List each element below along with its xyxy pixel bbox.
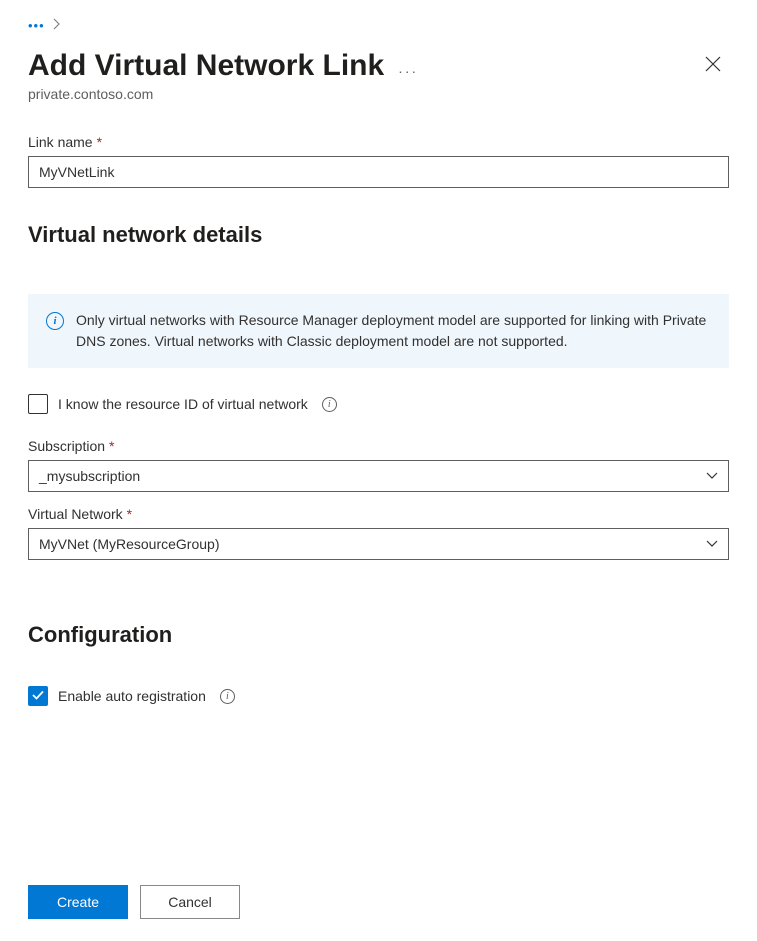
create-button[interactable]: Create (28, 885, 128, 919)
info-icon: i (46, 312, 64, 330)
subscription-label: Subscription (28, 438, 105, 454)
subscription-value: _mysubscription (39, 468, 140, 484)
close-icon (705, 56, 721, 72)
close-button[interactable] (697, 48, 729, 83)
info-callout: i Only virtual networks with Resource Ma… (28, 294, 729, 368)
page-title: Add Virtual Network Link (28, 48, 384, 84)
configuration-heading: Configuration (28, 622, 729, 648)
breadcrumb-ellipsis-icon[interactable]: ••• (28, 18, 45, 33)
required-indicator: * (109, 438, 114, 454)
chevron-down-icon (706, 469, 718, 483)
chevron-right-icon (53, 18, 61, 33)
page-subtitle: private.contoso.com (28, 86, 418, 102)
subscription-select[interactable]: _mysubscription (28, 460, 729, 492)
cancel-button[interactable]: Cancel (140, 885, 240, 919)
virtual-network-label: Virtual Network (28, 506, 123, 522)
required-indicator: * (97, 134, 102, 150)
info-text: Only virtual networks with Resource Mana… (76, 310, 711, 352)
virtual-network-value: MyVNet (MyResourceGroup) (39, 536, 220, 552)
more-actions-icon[interactable]: ··· (398, 63, 418, 79)
resource-id-label: I know the resource ID of virtual networ… (58, 396, 308, 412)
checkmark-icon (31, 688, 45, 704)
chevron-down-icon (706, 537, 718, 551)
link-name-label: Link name (28, 134, 93, 150)
resource-id-checkbox[interactable] (28, 394, 48, 414)
breadcrumb: ••• (28, 12, 729, 38)
help-icon[interactable]: i (220, 689, 235, 704)
auto-registration-checkbox[interactable] (28, 686, 48, 706)
required-indicator: * (127, 506, 132, 522)
vnet-details-heading: Virtual network details (28, 222, 729, 248)
virtual-network-select[interactable]: MyVNet (MyResourceGroup) (28, 528, 729, 560)
auto-registration-label: Enable auto registration (58, 688, 206, 704)
help-icon[interactable]: i (322, 397, 337, 412)
link-name-input[interactable] (28, 156, 729, 188)
